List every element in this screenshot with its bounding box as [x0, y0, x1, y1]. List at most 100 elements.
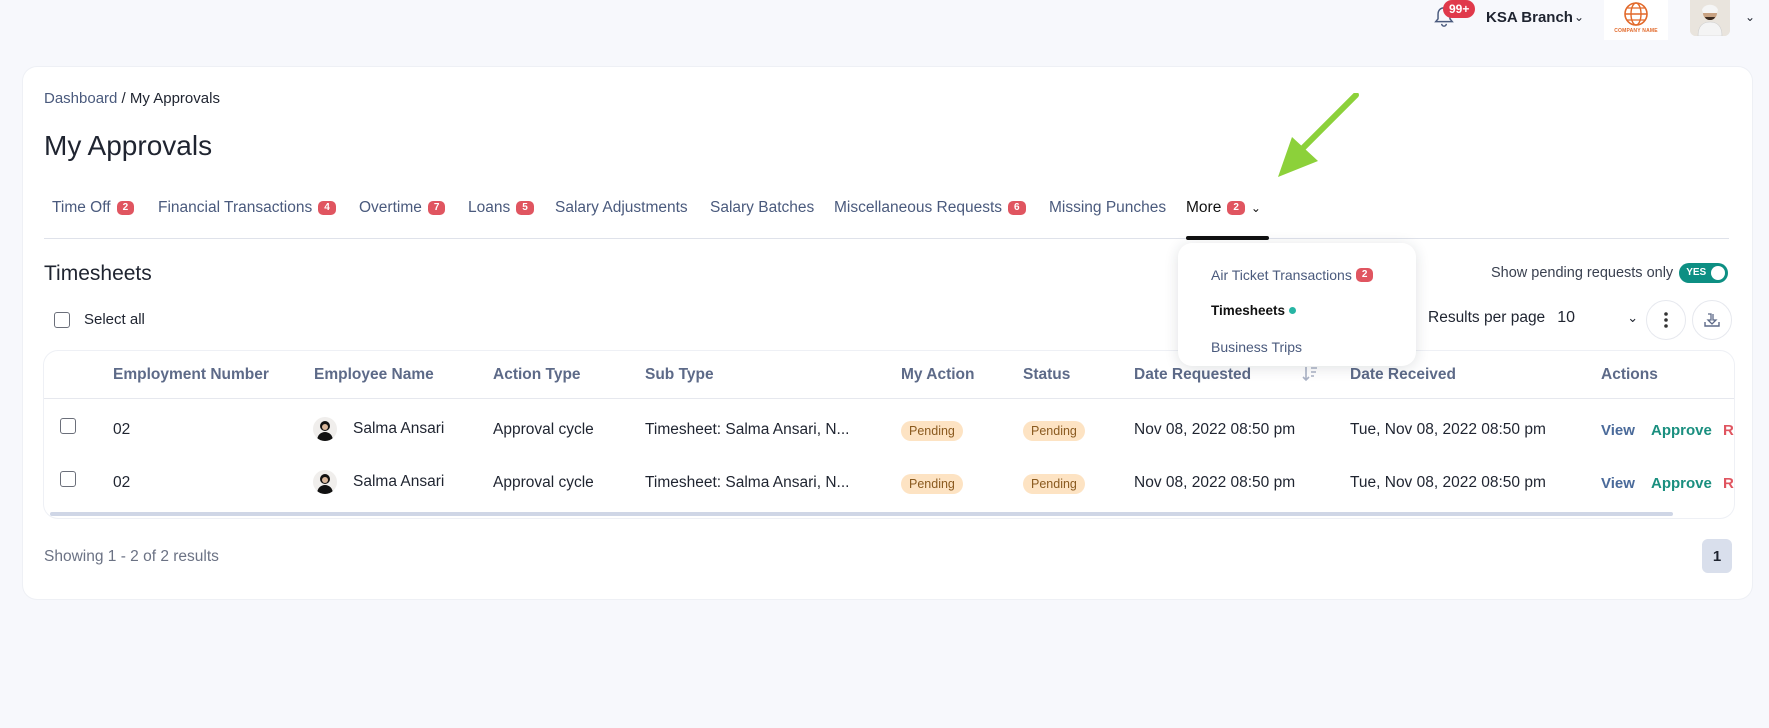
toggle-knob	[1711, 266, 1726, 280]
breadcrumb-separator: /	[117, 90, 130, 107]
tab-label: Loans	[468, 199, 511, 216]
view-link[interactable]: View	[1601, 422, 1635, 439]
column-header[interactable]: Date Requested	[1134, 366, 1251, 384]
employment-number: 02	[113, 474, 131, 491]
tab-label: Miscellaneous Requests	[834, 199, 1003, 216]
tab-overtime[interactable]: Overtime 7	[359, 199, 446, 217]
results-per-page: Results per page 10 ⌄	[1428, 309, 1638, 327]
kebab-menu-icon	[1664, 312, 1668, 328]
date-received: Tue, Nov 08, 2022 08:50 pm	[1350, 421, 1546, 438]
results-per-page-select[interactable]: 10	[1557, 309, 1617, 327]
employee-avatar	[313, 470, 337, 494]
chevron-down-icon: ⌄	[1250, 201, 1261, 215]
tab-loans[interactable]: Loans 5	[468, 199, 534, 217]
tab-label: Missing Punches	[1049, 199, 1167, 216]
table-row[interactable]: 02 Salma Ansari Approval cycle Timesheet…	[44, 399, 1734, 452]
breadcrumb-current: My Approvals	[129, 90, 220, 107]
select-all-label: Select all	[84, 311, 145, 328]
reject-link[interactable]: R	[1723, 422, 1734, 439]
tab-badge: 4	[318, 201, 336, 215]
row-checkbox[interactable]	[60, 418, 76, 434]
more-options-button[interactable]	[1646, 300, 1686, 340]
tab-badge: 7	[427, 201, 446, 215]
tab-label: Overtime	[359, 199, 422, 216]
menu-item-business-trips[interactable]: Business Trips	[1211, 339, 1302, 355]
results-summary: Showing 1 - 2 of 2 results	[44, 548, 219, 565]
menu-item-label: Business Trips	[1211, 339, 1303, 355]
pagination-page-button[interactable]: 1	[1702, 539, 1732, 573]
company-name: COMPANY NAME	[1614, 28, 1658, 34]
column-header[interactable]: Employment Number	[113, 366, 269, 384]
menu-item-air-ticket-transactions[interactable]: Air Ticket Transactions 2	[1211, 267, 1374, 283]
more-dropdown-menu: Air Ticket Transactions 2 Timesheets Bus…	[1178, 243, 1416, 366]
breadcrumb-dashboard-link[interactable]: Dashboard	[44, 90, 117, 107]
reject-link[interactable]: R	[1723, 475, 1734, 492]
globe-logo-icon	[1624, 2, 1648, 26]
status-badge: Pending	[1023, 421, 1085, 441]
tab-miscellaneous-requests[interactable]: Miscellaneous Requests 6	[834, 199, 1026, 217]
toggle-label: YES	[1686, 267, 1707, 278]
tab-badge: 5	[516, 201, 534, 215]
column-header[interactable]: Date Received	[1350, 366, 1456, 384]
annotation-arrow-icon	[1278, 93, 1359, 177]
action-type: Approval cycle	[493, 474, 594, 491]
branch-selector[interactable]: KSA Branch	[1486, 9, 1573, 26]
employment-number: 02	[113, 421, 131, 438]
tab-missing-punches[interactable]: Missing Punches	[1049, 199, 1166, 217]
tab-label: Salary Adjustments	[555, 199, 688, 216]
column-header[interactable]: Employee Name	[314, 366, 434, 384]
tab-time-off[interactable]: Time Off 2	[52, 199, 135, 217]
company-logo: COMPANY NAME	[1604, 0, 1668, 40]
menu-item-label: Air Ticket Transactions	[1211, 267, 1352, 283]
tab-salary-batches[interactable]: Salary Batches	[710, 199, 814, 217]
select-all[interactable]: Select all	[54, 311, 145, 328]
column-header[interactable]: Sub Type	[645, 366, 714, 384]
view-link[interactable]: View	[1601, 475, 1635, 492]
main-card	[23, 67, 1752, 599]
download-icon	[1704, 313, 1720, 327]
notification-badge: 99+	[1443, 0, 1476, 18]
results-per-page-label: Results per page	[1428, 309, 1546, 326]
column-header[interactable]: Action Type	[493, 366, 581, 384]
date-requested: Nov 08, 2022 08:50 pm	[1134, 421, 1296, 438]
pending-only-filter: Show pending requests only YES	[1491, 263, 1729, 283]
menu-item-badge: 2	[1355, 268, 1374, 282]
column-header[interactable]: Status	[1023, 366, 1070, 384]
approve-link[interactable]: Approve	[1651, 422, 1712, 439]
section-title: Timesheets	[44, 262, 152, 285]
table-row[interactable]: 02 Salma Ansari Approval cycle Timesheet…	[44, 452, 1734, 505]
column-header[interactable]: My Action	[901, 366, 974, 384]
tab-badge: 6	[1008, 201, 1026, 215]
employee-name[interactable]: Salma Ansari	[353, 420, 444, 438]
tab-financial-transactions[interactable]: Financial Transactions 4	[158, 199, 336, 217]
menu-item-timesheets[interactable]: Timesheets	[1211, 303, 1297, 318]
employee-avatar	[313, 417, 337, 441]
export-button[interactable]	[1692, 300, 1732, 340]
row-checkbox[interactable]	[60, 471, 76, 487]
date-requested: Nov 08, 2022 08:50 pm	[1134, 474, 1296, 491]
sub-type: Timesheet: Salma Ansari, N...	[645, 474, 850, 491]
select-all-checkbox[interactable]	[54, 311, 70, 328]
approve-link[interactable]: Approve	[1651, 475, 1712, 492]
my-action-badge: Pending	[901, 421, 963, 441]
chevron-down-icon[interactable]: ⌄	[1574, 10, 1584, 24]
tab-badge: 2	[1227, 201, 1245, 215]
employee-name[interactable]: Salma Ansari	[353, 473, 444, 491]
pending-only-label: Show pending requests only	[1491, 265, 1674, 281]
my-action-badge: Pending	[901, 474, 963, 494]
table-header: Employment Number Employee Name Action T…	[44, 351, 1734, 399]
user-avatar[interactable]	[1690, 0, 1730, 36]
active-dot-icon	[1289, 307, 1297, 314]
active-tab-indicator	[1186, 236, 1269, 240]
tab-salary-adjustments[interactable]: Salary Adjustments	[555, 199, 688, 217]
tab-more[interactable]: More 2 ⌄	[1186, 199, 1261, 217]
page-title: My Approvals	[44, 130, 213, 161]
menu-item-label: Timesheets	[1211, 303, 1286, 318]
horizontal-scrollbar[interactable]	[50, 512, 1673, 516]
date-received: Tue, Nov 08, 2022 08:50 pm	[1350, 474, 1546, 491]
tab-badge: 2	[116, 201, 135, 215]
sort-icon[interactable]	[1302, 365, 1318, 383]
chevron-down-icon[interactable]: ⌄	[1745, 10, 1755, 24]
chevron-down-icon[interactable]: ⌄	[1627, 310, 1638, 326]
pending-only-toggle[interactable]: YES	[1679, 263, 1729, 283]
